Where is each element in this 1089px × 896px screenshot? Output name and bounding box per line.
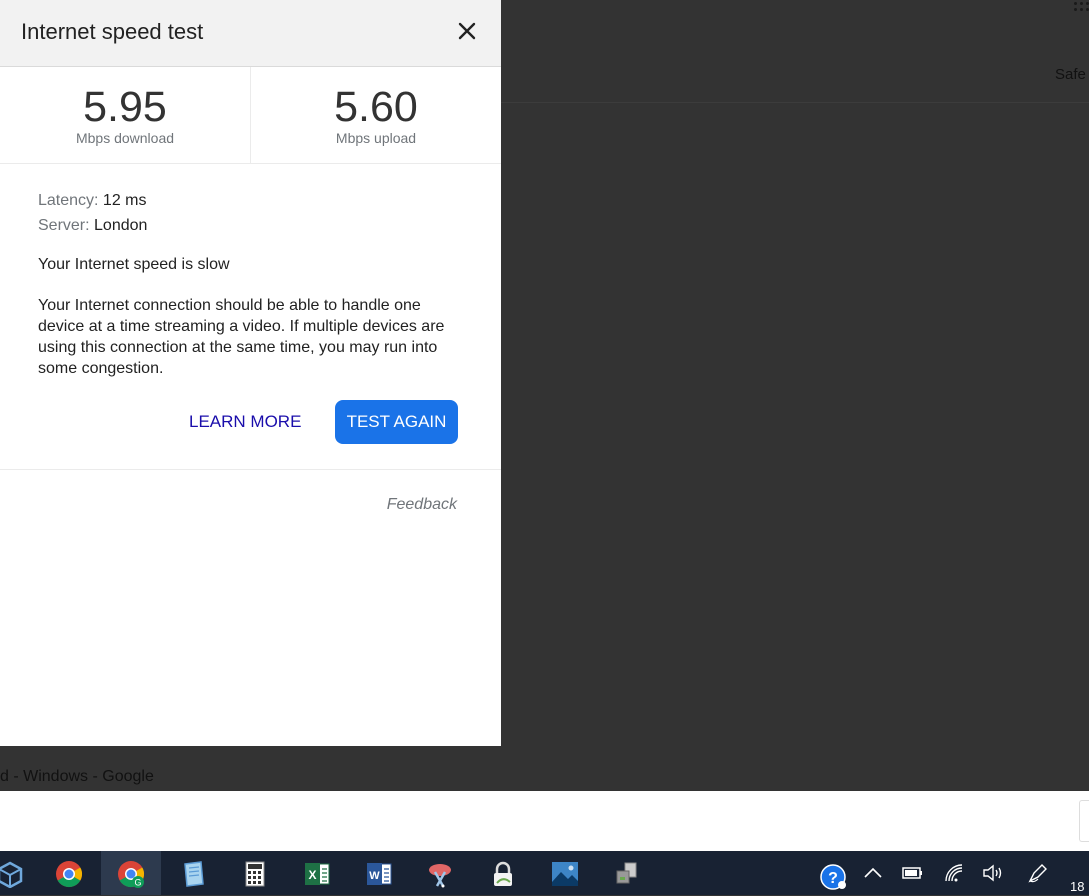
chevron-up-icon[interactable] xyxy=(861,861,885,885)
clock[interactable]: 18 xyxy=(1070,879,1084,894)
taskbar-virtualbox[interactable] xyxy=(0,851,40,895)
notepad-icon xyxy=(184,861,204,887)
taskbar-network-drive[interactable] xyxy=(597,851,657,895)
speed-results: 5.95 Mbps download 5.60 Mbps upload xyxy=(0,67,501,164)
word-icon: W xyxy=(367,863,392,885)
latency-value: 12 ms xyxy=(98,192,147,209)
background-bar xyxy=(0,791,1089,851)
server-row: Server: London xyxy=(38,215,468,240)
wifi-icon[interactable] xyxy=(942,861,966,885)
svg-text:G: G xyxy=(134,878,141,888)
network-drive-icon xyxy=(616,862,637,884)
download-value: 5.95 xyxy=(83,83,167,131)
pen-icon[interactable] xyxy=(1026,861,1050,885)
chrome-profile-icon: G xyxy=(118,861,145,888)
taskbar: G X W ? 18 xyxy=(0,851,1089,895)
dialog-header: Internet speed test xyxy=(0,0,501,67)
speed-test-dialog: Internet speed test 5.95 Mbps download 5… xyxy=(0,0,501,746)
upload-value: 5.60 xyxy=(334,83,418,131)
svg-text:?: ? xyxy=(828,870,838,887)
latency-key: Latency: xyxy=(38,192,99,209)
apps-grid-icon[interactable] xyxy=(1074,2,1089,16)
server-key: Server: xyxy=(38,217,90,234)
dialog-title: Internet speed test xyxy=(21,19,204,44)
download-result: 5.95 Mbps download xyxy=(0,67,251,163)
taskbar-excel[interactable]: X xyxy=(287,851,347,895)
taskbar-word[interactable]: W xyxy=(349,851,409,895)
server-value: London xyxy=(89,217,148,234)
taskbar-snipping-tool[interactable] xyxy=(411,851,471,895)
upload-label: Mbps upload xyxy=(335,130,417,146)
latency-row: Latency: 12 ms xyxy=(38,190,468,215)
taskbar-notepad[interactable] xyxy=(163,851,223,895)
feedback-link[interactable]: Feedback xyxy=(387,496,457,514)
close-icon[interactable] xyxy=(455,19,479,43)
dialog-divider xyxy=(0,469,501,470)
test-again-button[interactable]: TEST AGAIN xyxy=(335,400,458,444)
speed-explanation: Your Internet connection should be able … xyxy=(38,297,445,377)
calculator-icon xyxy=(245,861,265,887)
upload-result: 5.60 Mbps upload xyxy=(251,67,501,163)
vpn-lock-icon xyxy=(494,861,512,886)
test-details: Latency: 12 ms Server: London xyxy=(38,190,468,240)
chrome-icon xyxy=(56,861,83,888)
header-divider xyxy=(501,102,1089,103)
learn-more-button[interactable]: LEARN MORE xyxy=(189,400,301,444)
svg-text:W: W xyxy=(369,870,380,882)
taskbar-chrome-profile[interactable]: G xyxy=(101,851,161,895)
download-label: Mbps download xyxy=(75,130,175,146)
taskbar-calculator[interactable] xyxy=(225,851,285,895)
safesearch-label: Safe xyxy=(1055,66,1086,83)
window-caption: d - Windows - Google xyxy=(0,768,154,785)
photos-icon xyxy=(552,862,578,886)
snipping-tool-icon xyxy=(429,864,451,888)
taskbar-photos[interactable] xyxy=(535,851,595,895)
speed-status: Your Internet speed is slow xyxy=(38,256,230,273)
taskbar-vpn[interactable] xyxy=(473,851,533,895)
svg-text:X: X xyxy=(308,868,316,882)
volume-icon[interactable] xyxy=(981,861,1005,885)
virtualbox-icon xyxy=(0,861,23,888)
help-icon[interactable]: ? xyxy=(820,863,848,891)
background-box xyxy=(1079,800,1089,842)
excel-icon: X xyxy=(305,863,330,885)
taskbar-chrome[interactable] xyxy=(39,851,99,895)
battery-icon[interactable] xyxy=(901,861,925,885)
